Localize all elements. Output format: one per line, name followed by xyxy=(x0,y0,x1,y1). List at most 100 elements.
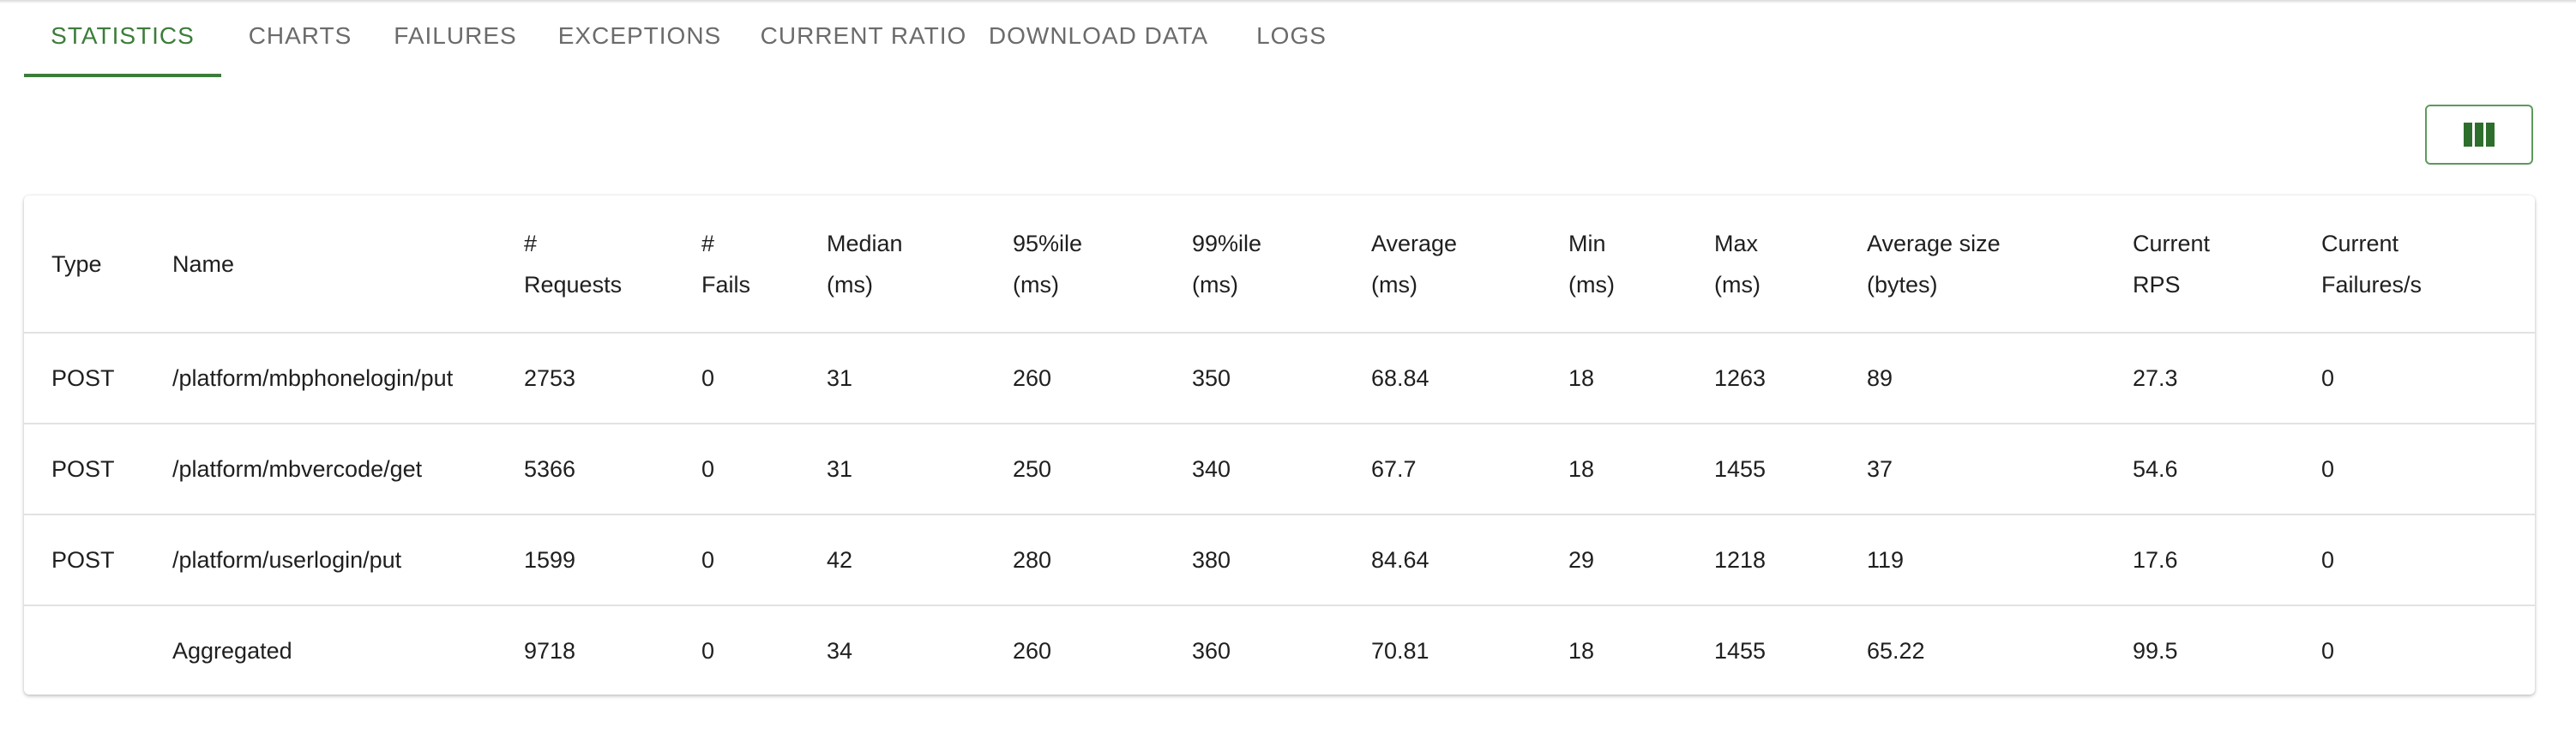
cell-p99: 360 xyxy=(1165,605,1344,695)
column-header-line: # xyxy=(524,230,538,256)
column-header-p95[interactable]: 95%ile (ms) xyxy=(985,196,1165,333)
cell-current-rps: 17.6 xyxy=(2105,514,2294,605)
column-header-line: Requests xyxy=(524,271,623,298)
tab-logs[interactable]: LOGS xyxy=(1218,0,1365,77)
cell-type xyxy=(24,605,145,695)
cell-fails: 0 xyxy=(674,423,799,514)
cell-max: 1263 xyxy=(1687,332,1839,424)
tab-download-data[interactable]: DOWNLOAD DATA xyxy=(979,0,1218,77)
column-header-line: # xyxy=(701,230,715,256)
cell-p95: 260 xyxy=(985,605,1165,695)
cell-type: POST xyxy=(24,423,145,514)
cell-requests: 9718 xyxy=(497,605,674,695)
tab-exceptions[interactable]: EXCEPTIONS xyxy=(532,0,748,77)
table-row: POST/platform/mbphonelogin/put 2753 0 31 260… xyxy=(24,332,2535,424)
table-header-row: Type Name # Requests # Fails Median (ms) 95%ile (… xyxy=(24,196,2535,333)
tab-label: FAILURES xyxy=(394,22,517,49)
cell-p95: 280 xyxy=(985,514,1165,605)
column-header-fails[interactable]: # Fails xyxy=(674,196,799,333)
tab-current-ratio[interactable]: CURRENT RATIO xyxy=(748,0,979,77)
column-header-line: Max xyxy=(1714,230,1759,256)
cell-current-failures: 0 xyxy=(2294,423,2535,514)
cell-type: POST xyxy=(24,332,145,424)
cell-max: 1455 xyxy=(1687,605,1839,695)
column-header-requests[interactable]: # Requests xyxy=(497,196,674,333)
cell-type: POST xyxy=(24,514,145,605)
tab-statistics[interactable]: STATISTICS xyxy=(24,0,221,77)
stats-page: STATISTICS CHARTS FAILURES EXCEPTIONS CU… xyxy=(0,0,2576,746)
select-columns-button[interactable] xyxy=(2425,105,2533,165)
cell-name: Aggregated xyxy=(145,605,497,695)
table-body: POST/platform/mbphonelogin/put 2753 0 31 260… xyxy=(24,332,2535,695)
column-header-line: (bytes) xyxy=(1867,271,1938,298)
cell-average: 70.81 xyxy=(1344,605,1541,695)
column-header-line: RPS xyxy=(2133,271,2181,298)
cell-name: /platform/userlogin/put xyxy=(145,514,497,605)
cell-current-failures: 0 xyxy=(2294,514,2535,605)
column-header-line: Current xyxy=(2321,230,2399,256)
cell-p99: 350 xyxy=(1165,332,1344,424)
column-header-max[interactable]: Max (ms) xyxy=(1687,196,1839,333)
cell-requests: 1599 xyxy=(497,514,674,605)
column-header-line: (ms) xyxy=(827,271,873,298)
column-header-line: (ms) xyxy=(1192,271,1238,298)
column-header-average[interactable]: Average (ms) xyxy=(1344,196,1541,333)
cell-avg-size: 65.22 xyxy=(1839,605,2105,695)
column-header-line: Average size xyxy=(1867,230,2001,256)
aggregated-row: Aggregated 9718 0 34 260 360 70.81 18 1455 65.22 9… xyxy=(24,605,2535,695)
cell-median: 31 xyxy=(799,332,985,424)
tab-bar: STATISTICS CHARTS FAILURES EXCEPTIONS CU… xyxy=(24,0,1365,77)
column-header-line: Min xyxy=(1568,230,1606,256)
cell-current-rps: 99.5 xyxy=(2105,605,2294,695)
cell-min: 18 xyxy=(1541,332,1687,424)
cell-current-failures: 0 xyxy=(2294,605,2535,695)
column-header-avg-size[interactable]: Average size (bytes) xyxy=(1839,196,2105,333)
column-header-line: Failures/s xyxy=(2321,271,2423,298)
cell-p95: 250 xyxy=(985,423,1165,514)
cell-p95: 260 xyxy=(985,332,1165,424)
tab-label: DOWNLOAD DATA xyxy=(988,22,1209,49)
cell-fails: 0 xyxy=(674,605,799,695)
column-header-line: (ms) xyxy=(1013,271,1059,298)
column-header-type[interactable]: Type xyxy=(24,196,145,333)
column-header-line: (ms) xyxy=(1568,271,1615,298)
column-header-line: (ms) xyxy=(1371,271,1417,298)
cell-average: 84.64 xyxy=(1344,514,1541,605)
tab-failures[interactable]: FAILURES xyxy=(379,0,532,77)
column-header-min[interactable]: Min (ms) xyxy=(1541,196,1687,333)
cell-min: 29 xyxy=(1541,514,1687,605)
column-header-current-failures[interactable]: Current Failures/s xyxy=(2294,196,2535,333)
cell-current-rps: 27.3 xyxy=(2105,332,2294,424)
cell-current-rps: 54.6 xyxy=(2105,423,2294,514)
column-header-line: Average xyxy=(1371,230,1458,256)
cell-max: 1218 xyxy=(1687,514,1839,605)
tab-label: EXCEPTIONS xyxy=(557,22,722,49)
cell-average: 68.84 xyxy=(1344,332,1541,424)
statistics-table-card: Type Name # Requests # Fails Median (ms) 95%ile (… xyxy=(24,196,2535,695)
cell-avg-size: 119 xyxy=(1839,514,2105,605)
cell-requests: 2753 xyxy=(497,332,674,424)
cell-median: 34 xyxy=(799,605,985,695)
cell-min: 18 xyxy=(1541,423,1687,514)
column-header-line: (ms) xyxy=(1714,271,1760,298)
column-header-line: Name xyxy=(172,250,235,277)
table-row: POST/platform/userlogin/put 1599 0 42 280 380… xyxy=(24,514,2535,605)
cell-name: /platform/mbvercode/get xyxy=(145,423,497,514)
cell-min: 18 xyxy=(1541,605,1687,695)
column-header-line: Fails xyxy=(701,271,751,298)
cell-fails: 0 xyxy=(674,514,799,605)
tab-label: CURRENT RATIO xyxy=(760,22,967,49)
column-header-p99[interactable]: 99%ile (ms) xyxy=(1165,196,1344,333)
column-header-name[interactable]: Name xyxy=(145,196,497,333)
cell-fails: 0 xyxy=(674,332,799,424)
column-header-line: Current xyxy=(2133,230,2211,256)
column-header-median[interactable]: Median (ms) xyxy=(799,196,985,333)
column-header-current-rps[interactable]: Current RPS xyxy=(2105,196,2294,333)
cell-p99: 380 xyxy=(1165,514,1344,605)
tab-charts[interactable]: CHARTS xyxy=(221,0,379,77)
tab-label: CHARTS xyxy=(248,22,352,49)
view-column-icon xyxy=(2464,123,2495,147)
tab-label: STATISTICS xyxy=(51,22,195,49)
cell-median: 31 xyxy=(799,423,985,514)
cell-current-failures: 0 xyxy=(2294,332,2535,424)
